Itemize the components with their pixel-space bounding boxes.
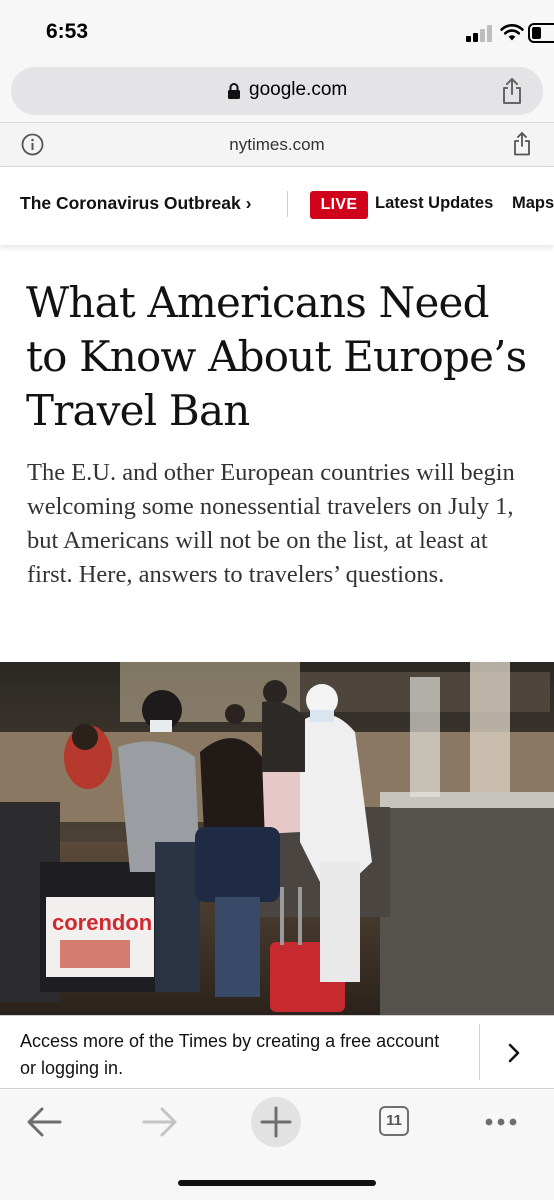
article-summary: The E.U. and other European countries wi…	[27, 459, 515, 588]
arrow-right-icon[interactable]	[134, 1100, 184, 1144]
more-dots-icon[interactable]	[476, 1100, 526, 1144]
account-banner[interactable]: Access more of the Times by creating a f…	[0, 1015, 554, 1089]
photo-sign-text: corendon	[52, 910, 152, 935]
tabs-button[interactable]: 11	[370, 1100, 420, 1144]
wifi-icon	[500, 24, 524, 41]
account-banner-text: Access more of the Times by creating a f…	[20, 1031, 440, 1078]
browser-address-area: google.com	[0, 62, 554, 122]
share-icon[interactable]	[513, 132, 531, 156]
status-bar: 6:53	[0, 0, 554, 62]
nav-divider	[287, 191, 288, 217]
tab-count: 11	[379, 1106, 409, 1136]
section-nav: The Coronavirus Outbreak › LIVE Latest U…	[0, 167, 554, 245]
url-text: google.com	[249, 79, 348, 100]
live-badge[interactable]: LIVE	[310, 191, 368, 219]
article-photo: corendon	[0, 662, 554, 1017]
chevron-right-icon[interactable]	[505, 1042, 523, 1064]
amp-header: nytimes.com	[0, 122, 554, 167]
status-time: 6:53	[46, 20, 89, 43]
share-icon[interactable]	[501, 77, 523, 105]
article-headline: What Americans Need to Know About Europe…	[26, 278, 527, 435]
address-bar[interactable]: google.com	[11, 67, 543, 115]
airport-checkin-illustration: corendon	[0, 662, 554, 1017]
account-banner-divider	[479, 1024, 480, 1080]
battery-icon	[528, 23, 554, 43]
home-indicator[interactable]	[178, 1180, 376, 1186]
latest-updates-link[interactable]: Latest Updates	[375, 194, 493, 213]
maps-link[interactable]: Maps	[512, 194, 554, 213]
section-link-coronavirus[interactable]: The Coronavirus Outbreak ›	[20, 193, 251, 214]
arrow-left-icon[interactable]	[20, 1100, 70, 1144]
plus-icon[interactable]	[250, 1096, 302, 1148]
cellular-signal-icon	[466, 22, 494, 42]
amp-domain[interactable]: nytimes.com	[0, 135, 554, 155]
lock-icon	[228, 83, 240, 99]
